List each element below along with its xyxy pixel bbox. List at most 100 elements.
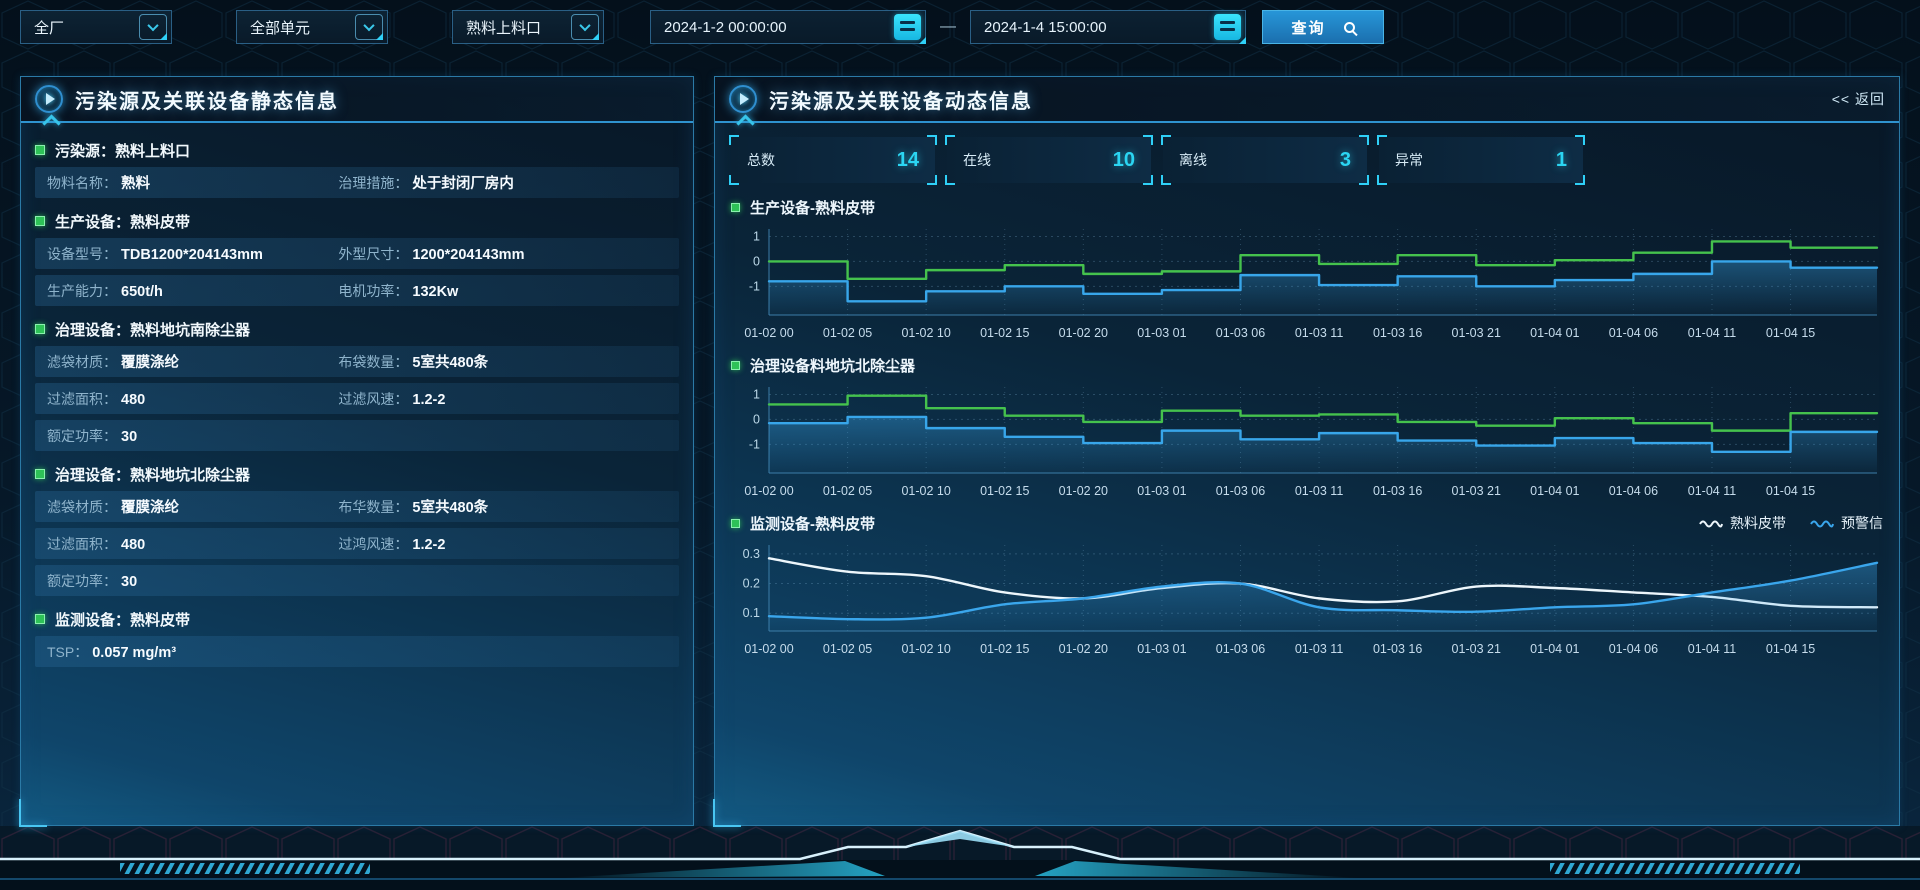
svg-text:01-02 10: 01-02 10 xyxy=(901,642,950,656)
svg-text:01-03 01: 01-03 01 xyxy=(1137,642,1186,656)
wave-icon xyxy=(1699,517,1723,529)
svg-text:01-03 01: 01-03 01 xyxy=(1137,326,1186,340)
legend-item-warning[interactable]: 预警信 xyxy=(1810,513,1883,533)
static-info-panel-header: 污染源及关联设备静态信息 xyxy=(21,77,693,123)
corner-accent xyxy=(376,33,383,40)
svg-text:01-04 01: 01-04 01 xyxy=(1530,642,1579,656)
date-start-picker[interactable]: 2024-1-2 00:00:00 xyxy=(650,10,926,44)
dynamic-info-panel-title: 污染源及关联设备动态信息 xyxy=(769,85,1033,114)
stat-card-offline: 离线 3 xyxy=(1163,137,1367,183)
svg-text:01-03 06: 01-03 06 xyxy=(1216,484,1265,498)
date-end-value: 2024-1-4 15:00:00 xyxy=(984,19,1107,36)
stat-label: 离线 xyxy=(1179,150,1207,170)
info-row: TSP：0.057 mg/m³ xyxy=(35,636,679,667)
treatment-equipment-chart[interactable]: 10-101-02 0001-02 0501-02 1001-02 1501-0… xyxy=(731,379,1885,499)
dynamic-info-panel: 污染源及关联设备动态信息 << 返回 总数 14 在线 10 离线 3 异常 1… xyxy=(714,76,1900,826)
svg-text:-1: -1 xyxy=(749,279,760,293)
chevron-down-icon xyxy=(363,20,374,31)
query-button[interactable]: 查询 xyxy=(1262,10,1384,44)
chevron-up-decoration xyxy=(736,114,754,132)
chevron-box[interactable] xyxy=(571,14,599,40)
chevron-box[interactable] xyxy=(139,14,167,40)
play-icon xyxy=(35,85,63,113)
chevron-box[interactable] xyxy=(355,14,383,40)
svg-text:01-04 15: 01-04 15 xyxy=(1766,326,1815,340)
footer-decoration xyxy=(0,826,1920,890)
legend-item-material-belt[interactable]: 熟料皮带 xyxy=(1699,513,1786,533)
info-row: 滤袋材质：覆膜涤纶 布袋数量：5室共480条 xyxy=(35,346,679,377)
chart-block-treatment: 治理设备料地坑北除尘器 10-101-02 0001-02 0501-02 10… xyxy=(731,351,1883,499)
svg-text:01-03 11: 01-03 11 xyxy=(1295,642,1343,656)
chart-block-production: 生产设备-熟料皮带 10-101-02 0001-02 0501-02 1001… xyxy=(731,193,1883,341)
monitoring-equipment-chart[interactable]: 0.30.20.101-02 0001-02 0501-02 1001-02 1… xyxy=(731,537,1885,657)
date-start-value: 2024-1-2 00:00:00 xyxy=(664,19,787,36)
chart-title: 监测设备-熟料皮带 xyxy=(750,513,875,534)
back-button[interactable]: << 返回 xyxy=(1832,89,1885,109)
select-factory[interactable]: 全厂 xyxy=(20,10,172,44)
green-square-icon xyxy=(731,361,740,370)
query-button-label: 查询 xyxy=(1291,17,1325,38)
production-equipment-chart[interactable]: 10-101-02 0001-02 0501-02 1001-02 1501-0… xyxy=(731,221,1885,341)
stat-card-abnormal: 异常 1 xyxy=(1379,137,1583,183)
static-info-panel: 污染源及关联设备静态信息 污染源：熟料上料口 物料名称：熟料 治理措施：处于封闭… xyxy=(20,76,694,826)
svg-text:01-02 20: 01-02 20 xyxy=(1059,326,1108,340)
svg-text:01-02 15: 01-02 15 xyxy=(980,326,1029,340)
svg-text:01-03 21: 01-03 21 xyxy=(1452,326,1501,340)
svg-text:01-02 05: 01-02 05 xyxy=(823,484,872,498)
svg-text:01-02 00: 01-02 00 xyxy=(744,484,793,498)
svg-text:0: 0 xyxy=(753,254,760,268)
svg-text:01-04 11: 01-04 11 xyxy=(1688,484,1736,498)
svg-text:01-04 11: 01-04 11 xyxy=(1688,642,1736,656)
svg-text:01-04 15: 01-04 15 xyxy=(1766,484,1815,498)
section-header: 污染源：熟料上料口 xyxy=(35,133,679,167)
corner-accent xyxy=(919,37,926,44)
search-icon xyxy=(1344,22,1355,33)
info-row: 过滤面积：480 过滤风速：1.2-2 xyxy=(35,383,679,414)
svg-text:01-02 10: 01-02 10 xyxy=(901,484,950,498)
select-pollution-source-value: 熟料上料口 xyxy=(466,17,541,38)
svg-text:01-02 20: 01-02 20 xyxy=(1059,484,1108,498)
svg-text:01-04 06: 01-04 06 xyxy=(1609,326,1658,340)
info-row: 额定功率：30 xyxy=(35,565,679,596)
green-square-icon xyxy=(35,145,45,155)
corner-accent xyxy=(592,33,599,40)
date-end-picker[interactable]: 2024-1-4 15:00:00 xyxy=(970,10,1246,44)
svg-text:01-03 21: 01-03 21 xyxy=(1452,642,1501,656)
select-pollution-source[interactable]: 熟料上料口 xyxy=(452,10,604,44)
calendar-icon[interactable] xyxy=(1214,14,1241,40)
svg-text:01-02 20: 01-02 20 xyxy=(1059,642,1108,656)
select-unit[interactable]: 全部单元 xyxy=(236,10,388,44)
svg-text:-1: -1 xyxy=(749,437,760,451)
svg-text:01-03 01: 01-03 01 xyxy=(1137,484,1186,498)
select-unit-value: 全部单元 xyxy=(250,17,310,38)
corner-accent xyxy=(160,33,167,40)
svg-text:01-02 15: 01-02 15 xyxy=(980,484,1029,498)
green-square-icon xyxy=(731,203,740,212)
svg-text:01-04 06: 01-04 06 xyxy=(1609,484,1658,498)
section-header: 治理设备：熟料地坑北除尘器 xyxy=(35,457,679,491)
stat-card-online: 在线 10 xyxy=(947,137,1151,183)
svg-text:0.3: 0.3 xyxy=(743,547,760,561)
svg-text:01-03 06: 01-03 06 xyxy=(1216,642,1265,656)
svg-text:01-02 10: 01-02 10 xyxy=(901,326,950,340)
stat-label: 异常 xyxy=(1395,150,1423,170)
green-square-icon xyxy=(35,614,45,624)
calendar-icon[interactable] xyxy=(894,14,921,40)
svg-text:01-04 15: 01-04 15 xyxy=(1766,642,1815,656)
svg-text:01-03 11: 01-03 11 xyxy=(1295,326,1343,340)
svg-text:01-03 16: 01-03 16 xyxy=(1373,642,1422,656)
svg-text:01-03 16: 01-03 16 xyxy=(1373,326,1422,340)
svg-text:01-03 16: 01-03 16 xyxy=(1373,484,1422,498)
chart-legend: 熟料皮带 预警信 xyxy=(1699,513,1883,533)
chart-title: 生产设备-熟料皮带 xyxy=(750,197,875,218)
section-header: 生产设备：熟料皮带 xyxy=(35,204,679,238)
info-row: 滤袋材质：覆膜涤纶 布华数量：5室共480条 xyxy=(35,491,679,522)
wave-icon xyxy=(1810,517,1834,529)
green-square-icon xyxy=(731,519,740,528)
svg-text:01-02 15: 01-02 15 xyxy=(980,642,1029,656)
play-icon xyxy=(729,85,757,113)
svg-text:01-04 01: 01-04 01 xyxy=(1530,326,1579,340)
select-factory-value: 全厂 xyxy=(34,17,64,38)
svg-text:01-03 06: 01-03 06 xyxy=(1216,326,1265,340)
svg-text:01-04 06: 01-04 06 xyxy=(1609,642,1658,656)
